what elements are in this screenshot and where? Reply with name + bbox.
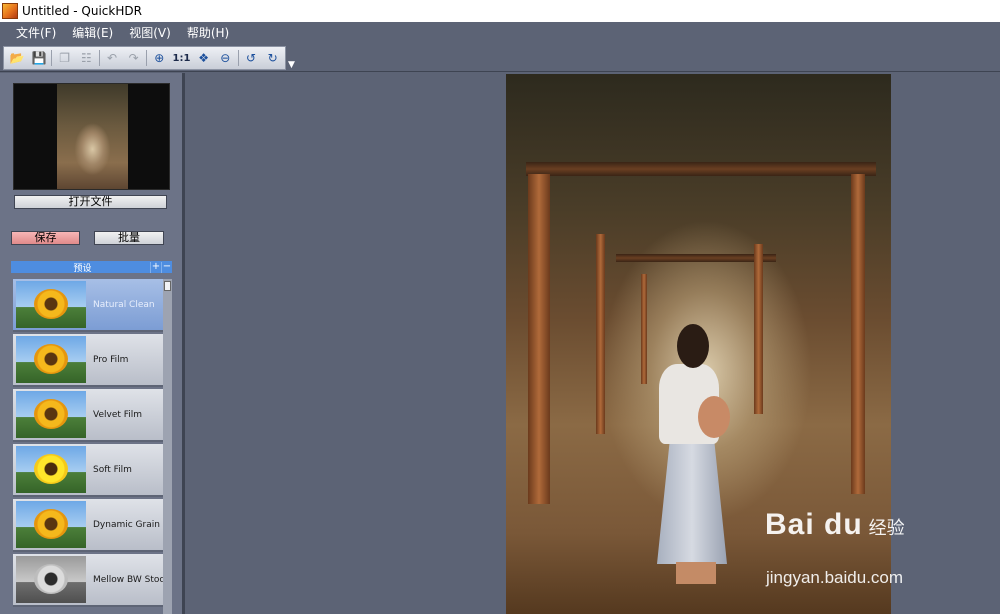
pergola-post (596, 234, 605, 434)
zoom-out-icon[interactable]: ⊖ (216, 49, 235, 67)
preset-label: Dynamic Grain (93, 519, 160, 530)
open-icon[interactable]: 📂 (8, 49, 27, 67)
rotate-left-icon[interactable]: ↺ (242, 49, 261, 67)
menu-view[interactable]: 视图(V) (121, 22, 179, 44)
toolbar-overflow-icon[interactable]: ▼ (288, 60, 295, 70)
pergola-post (851, 174, 865, 494)
save-icon[interactable]: 💾 (30, 49, 49, 67)
sunflower-thumbnail-graphic (34, 509, 68, 539)
remove-preset-button[interactable]: − (161, 261, 172, 273)
rotate-right-icon[interactable]: ↻ (263, 49, 282, 67)
copy-icon[interactable]: ❐ (55, 49, 74, 67)
left-panel: 打开文件 保存 批量 预设 + − Natural Clean Pro Film… (0, 73, 185, 614)
pergola-post (754, 244, 763, 414)
app-logo-icon (2, 3, 18, 19)
save-button[interactable]: 保存 (11, 231, 80, 245)
preset-thumbnail (16, 501, 86, 548)
preset-thumbnail (16, 556, 86, 603)
toolbar-row: 📂 💾 ❐ ☷ ↶ ↷ ⊕ 1:1 ❖ ⊖ ↺ ↻ ▼ (0, 44, 1000, 72)
presets-title: 预设 (73, 263, 92, 274)
menu-help[interactable]: 帮助(H) (179, 22, 237, 44)
preset-label: Pro Film (93, 354, 129, 365)
pergola-beam (616, 254, 776, 262)
menu-bar: 文件(F) 编辑(E) 视图(V) 帮助(H) (0, 22, 1000, 44)
add-preset-button[interactable]: + (150, 261, 161, 273)
sunflower-thumbnail-graphic (34, 289, 68, 319)
baidu-watermark: Bai du 经验 (765, 508, 905, 542)
preset-item-mellow-bw-stock[interactable]: Mellow BW Stock (13, 554, 163, 607)
watermark-url: jingyan.baidu.com (766, 568, 904, 587)
window-title: Untitled - QuickHDR (22, 4, 142, 18)
undo-icon[interactable]: ↶ (103, 49, 122, 67)
preset-label: Soft Film (93, 464, 132, 475)
watermark-logo: Bai du (765, 508, 863, 541)
sunflower-thumbnail-graphic (34, 564, 68, 594)
preset-thumbnail (16, 391, 86, 438)
preset-label: Mellow BW Stock (93, 574, 163, 585)
zoom-1to1-button[interactable]: 1:1 (172, 49, 192, 67)
toolbar-separator (98, 50, 100, 66)
preset-list-scrollbar[interactable] (163, 279, 172, 614)
zoom-in-icon[interactable]: ⊕ (150, 49, 169, 67)
batch-button[interactable]: 批量 (94, 231, 164, 245)
navigator-thumbnail[interactable] (13, 83, 170, 190)
preset-thumbnail (16, 336, 86, 383)
figure-head (677, 324, 709, 368)
preset-item-natural-clean[interactable]: Natural Clean (13, 279, 163, 332)
open-file-button[interactable]: 打开文件 (14, 195, 167, 209)
pergola-post (641, 274, 647, 384)
watermark-suffix: 经验 (868, 518, 905, 538)
preset-label: Velvet Film (93, 409, 143, 420)
preset-thumbnail (16, 281, 86, 328)
preset-item-dynamic-grain[interactable]: Dynamic Grain (13, 499, 163, 552)
scrollbar-thumb[interactable] (164, 281, 171, 291)
figure-skirt (657, 442, 727, 564)
menu-edit[interactable]: 编辑(E) (64, 22, 121, 44)
toolbar: 📂 💾 ❐ ☷ ↶ ↷ ⊕ 1:1 ❖ ⊖ ↺ ↻ (3, 46, 286, 70)
menu-file[interactable]: 文件(F) (8, 22, 64, 44)
toolbar-separator (146, 50, 147, 66)
figure-legs (676, 562, 716, 584)
sunflower-thumbnail-graphic (34, 344, 68, 374)
sunflower-thumbnail-graphic (34, 454, 68, 484)
paste-icon[interactable]: ☷ (77, 49, 96, 67)
toolbar-separator (51, 50, 53, 66)
navigator-thumbnail-image (57, 84, 128, 189)
pergola-post (528, 174, 550, 504)
preset-label: Natural Clean (93, 299, 155, 310)
redo-icon[interactable]: ↷ (124, 49, 143, 67)
toolbar-separator (237, 50, 239, 66)
presets-header: 预设 + − (11, 261, 172, 274)
sunflower-thumbnail-graphic (34, 399, 68, 429)
title-bar: Untitled - QuickHDR (0, 0, 1000, 22)
figure-belly (698, 396, 730, 438)
preset-item-velvet-film[interactable]: Velvet Film (13, 389, 163, 442)
preset-thumbnail (16, 446, 86, 493)
fit-to-window-icon[interactable]: ❖ (194, 49, 213, 67)
preset-item-pro-film[interactable]: Pro Film (13, 334, 163, 387)
preset-list: Natural Clean Pro Film Velvet Film Soft … (13, 279, 163, 614)
preset-item-soft-film[interactable]: Soft Film (13, 444, 163, 497)
pergola-beam (526, 162, 876, 176)
